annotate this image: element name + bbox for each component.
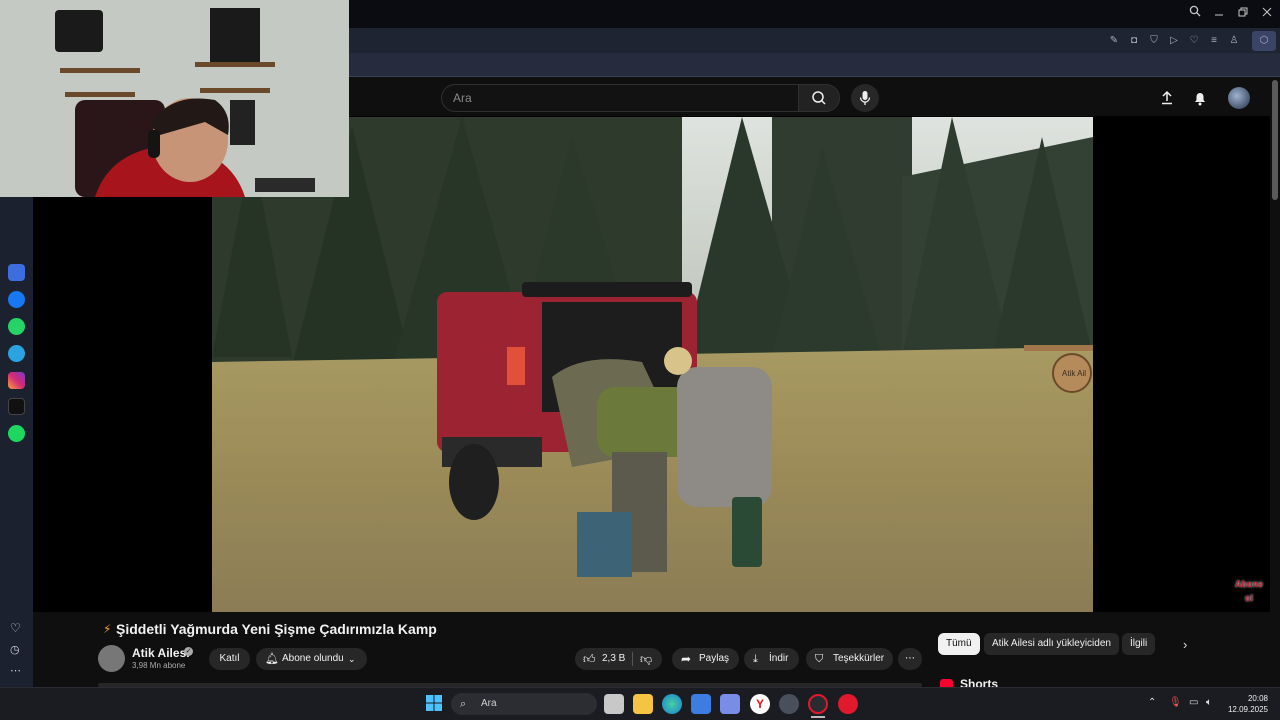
sign-text: Atik Ail [1062,369,1086,378]
telegram-icon[interactable] [8,345,25,362]
join-button[interactable]: Katıl [209,648,250,670]
heart-icon[interactable]: ♡ [1186,33,1202,49]
like-count[interactable]: 2,3 B [602,648,625,670]
more-dots-icon: ⋯ [905,653,915,664]
upload-icon[interactable] [1157,88,1177,108]
search-button[interactable] [798,84,840,112]
share-icon: ➦ [681,652,692,666]
favorites-heart-icon[interactable]: ♡ [10,621,21,635]
dislike-icon[interactable]: 👎︎ [640,648,652,670]
yandex-icon[interactable]: Y [750,694,770,714]
share-label: Paylaş [699,653,730,664]
tray-chevron-up-icon[interactable]: ⌃ [1148,697,1156,708]
download-icon: ⤓ [753,653,758,665]
restore-button[interactable] [1232,4,1254,22]
search-icon: ⌕ [460,698,467,710]
task-view-icon[interactable] [604,694,624,714]
microphone-icon[interactable]: 🎙︎ [1169,697,1182,708]
instagram-icon[interactable] [8,372,25,389]
spotify-icon[interactable] [8,425,25,442]
webcam-feed [0,0,349,197]
play-icon[interactable]: ▷ [1166,33,1182,49]
store-icon[interactable] [691,694,711,714]
tiktok-icon[interactable] [8,398,25,415]
start-button[interactable] [426,695,442,711]
microphone-icon [859,91,871,105]
edit-icon[interactable]: ✎ [1106,33,1122,49]
page-scrollbar[interactable] [1272,80,1278,200]
download-button[interactable]: ⤓ İndir [744,648,799,670]
subscribe-watermark[interactable]: Abone ol [1234,577,1264,605]
bell-icon[interactable] [1190,88,1210,108]
history-clock-icon[interactable]: ◷ [10,643,20,656]
subscriber-count: 3,98 Mn abone [132,661,186,670]
taskbar-search-label: Ara [481,698,497,709]
avatar[interactable] [1228,87,1250,109]
menu-icon[interactable]: ≡ [1206,33,1222,49]
file-explorer-icon[interactable] [633,694,653,714]
taskbar-search[interactable]: ⌕ Ara [451,693,597,715]
channel-avatar[interactable] [98,645,125,672]
minimize-button[interactable] [1208,4,1230,22]
active-app-indicator [811,716,825,718]
thanks-button[interactable]: ⛉ Teşekkürler [806,648,893,670]
network-icon[interactable]: ▭ [1189,697,1198,708]
bell-icon: 🔔︎ [265,653,279,665]
webcam-overlay [0,0,349,197]
opera-icon[interactable] [808,694,828,714]
whatsapp-icon[interactable] [8,318,25,335]
search-input[interactable]: Ara [441,84,799,112]
streaming-app-icon[interactable] [838,694,858,714]
camera-icon[interactable]: ◘ [1126,33,1142,49]
chip-uploader[interactable]: Atik Ailesi adlı yükleyiciden [984,633,1119,655]
more-actions-button[interactable]: ⋯ [898,648,922,670]
settings-icon[interactable] [779,694,799,714]
browser-search-icon[interactable] [1184,4,1206,22]
aria-icon[interactable] [8,264,25,281]
chevron-down-icon: ⌄ [348,654,356,664]
video-title: Şiddetli Yağmurda Yeni Şişme Çadırımızla… [116,621,437,637]
shield-icon[interactable]: ⛉ [1146,33,1162,49]
more-dots-icon[interactable]: ⋯ [10,664,21,677]
thanks-icon: ⛉ [815,653,824,665]
thanks-label: Teşekkürler [833,653,885,664]
edge-icon[interactable] [662,694,682,714]
chip-all[interactable]: Tümü [938,633,980,655]
like-dislike-group: 👍︎ 2,3 B 👎︎ [575,648,662,670]
download-label: İndir [769,653,789,664]
windows-icon [426,695,442,711]
chip-related[interactable]: İlgili [1122,633,1156,655]
lightning-icon: ⚡ [103,622,112,636]
subscribed-button[interactable]: 🔔︎ Abone olundu ⌄ [256,648,367,670]
search-icon [812,91,826,105]
channel-name[interactable]: Atik Ailesi [132,646,190,660]
share-button[interactable]: ➦ Paylaş [672,648,739,670]
clock-date[interactable]: 12.09.2025 [1208,705,1268,714]
profile-icon[interactable]: ♙ [1226,33,1242,49]
like-icon[interactable]: 👍︎ [583,648,596,670]
verified-icon: ✓ [184,647,193,656]
extension-icon[interactable]: ⬡ [1252,31,1276,51]
messenger-icon[interactable] [8,291,25,308]
subscribed-label: Abone olundu [282,653,344,664]
app-icon[interactable] [720,694,740,714]
divider [632,652,633,666]
chevron-right-icon[interactable]: › [1183,637,1187,652]
voice-search-button[interactable] [851,84,879,112]
clock-time[interactable]: 20:08 [1208,694,1268,703]
close-button[interactable] [1256,4,1278,22]
